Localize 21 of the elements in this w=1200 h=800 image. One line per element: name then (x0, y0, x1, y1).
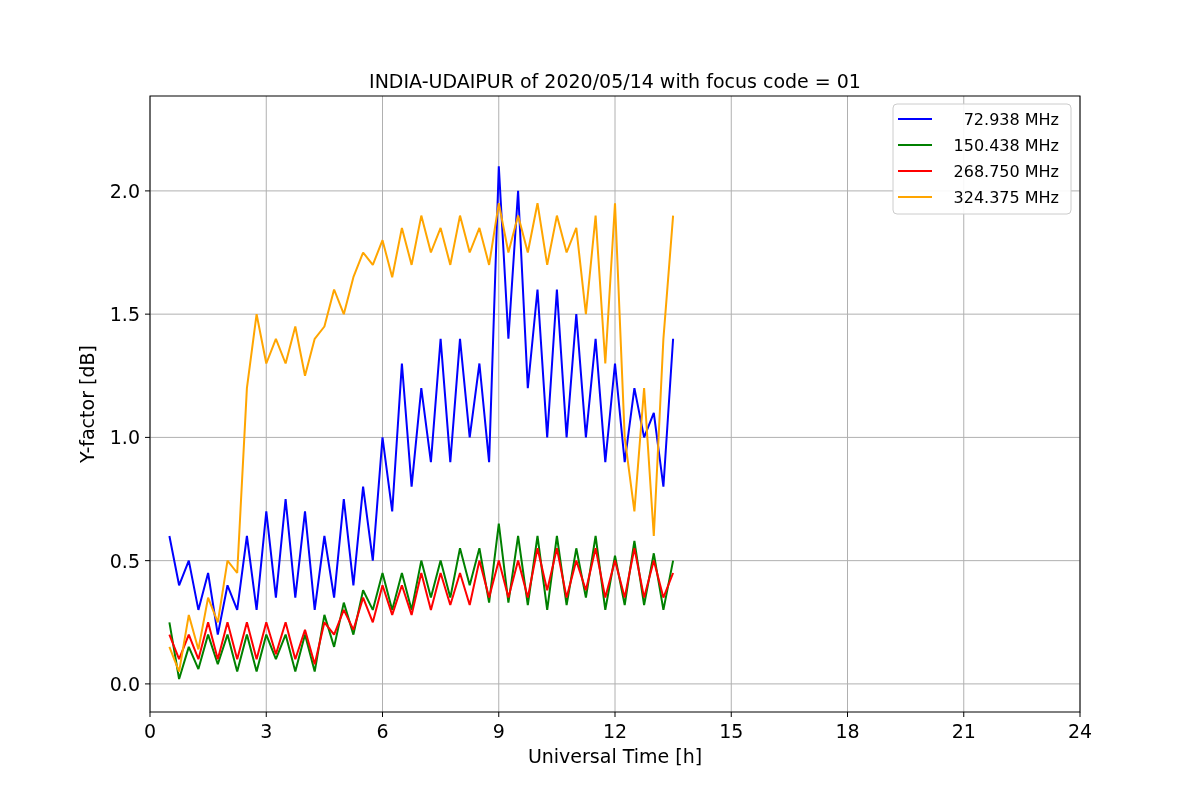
tick-label: 1.0 (109, 426, 140, 449)
tick-label: 18 (835, 720, 860, 742)
tick-label: 21 (951, 720, 976, 742)
tick-label: 3 (260, 720, 273, 742)
tick-label: 0 (143, 720, 157, 742)
legend-label: 150.438 MHz (953, 136, 1059, 155)
tick-label: 9 (492, 720, 505, 742)
y-axis-label: Y-factor [dB] (76, 345, 98, 463)
legend-label: 268.750 MHz (953, 162, 1059, 181)
tick-label: 12 (602, 720, 628, 742)
legend-label: 324.375 MHz (953, 188, 1059, 207)
tick-label: 15 (719, 720, 744, 742)
tick-label: 1.5 (109, 303, 140, 326)
chart-title: INDIA-UDAIPUR of 2020/05/14 with focus code = 01 (369, 70, 861, 92)
x-axis-label: Universal Time [h] (527, 745, 703, 767)
tick-label: 0.0 (109, 672, 140, 695)
tick-label: 0.5 (109, 549, 140, 572)
legend-label: 72.938 MHz (963, 110, 1059, 129)
tick-label: 24 (1067, 720, 1093, 742)
tick-label: 2.0 (109, 179, 140, 202)
tick-label: 6 (376, 720, 389, 742)
